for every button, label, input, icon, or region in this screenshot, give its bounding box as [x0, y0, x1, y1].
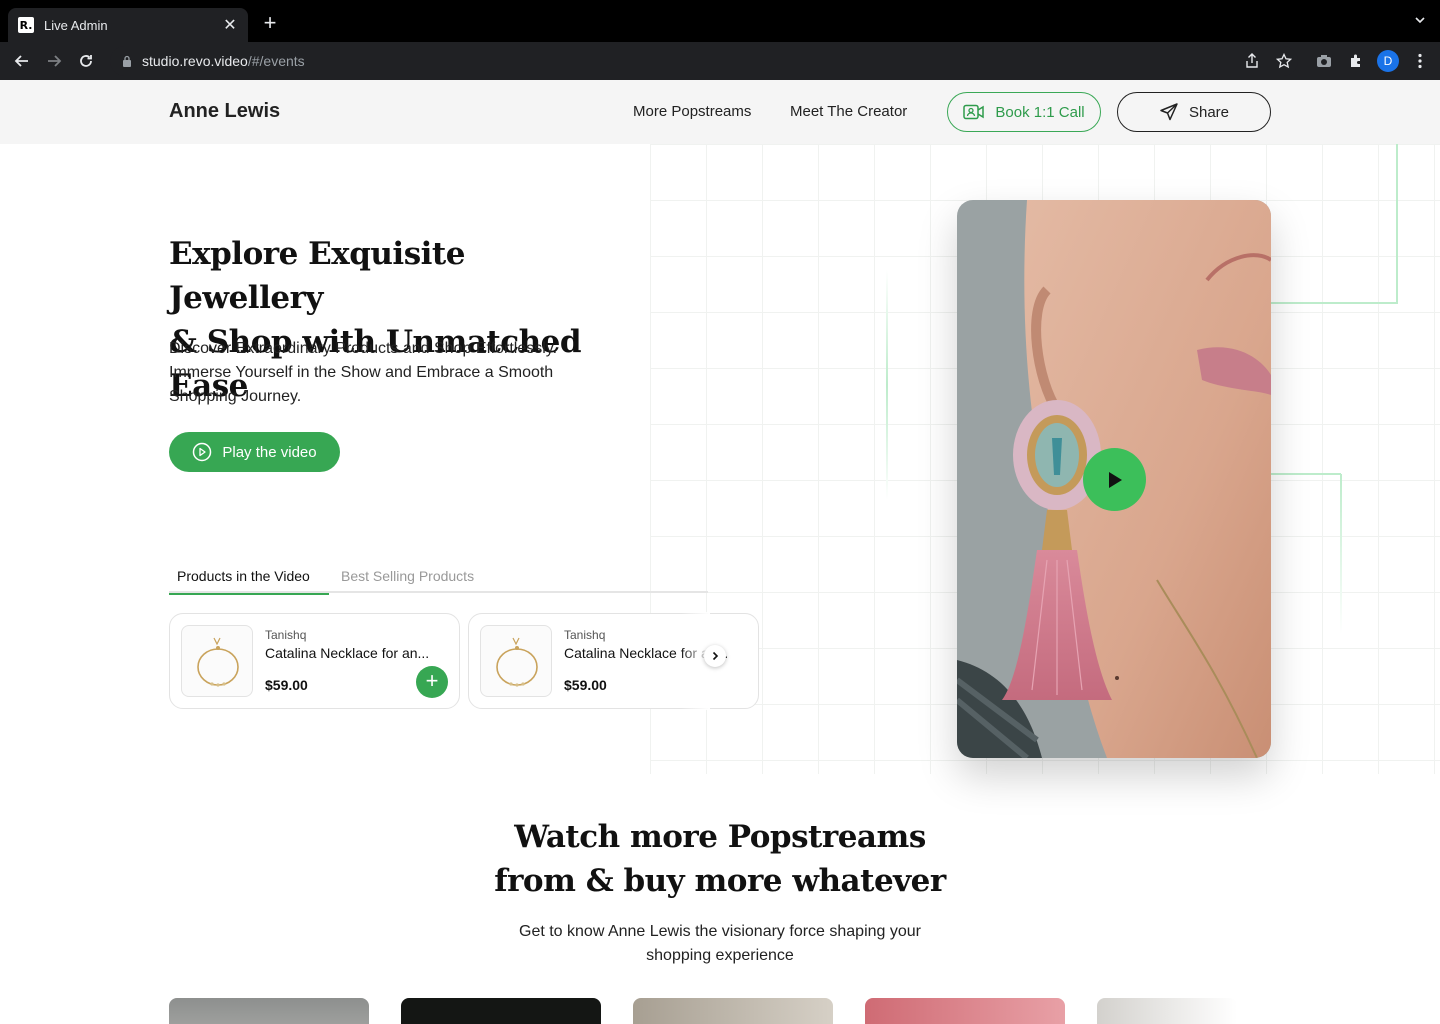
forward-arrow-icon[interactable]: [38, 45, 70, 77]
product-price: $59.00: [564, 677, 607, 693]
browser-toolbar: studio.revo.video/#/events D: [0, 42, 1440, 80]
browser-tab[interactable]: R. Live Admin ✕: [8, 8, 248, 42]
lock-icon: [123, 55, 131, 67]
book-call-label: Book 1:1 Call: [995, 103, 1085, 121]
video-camera-icon: [963, 104, 985, 120]
carousel-next-button[interactable]: [704, 645, 726, 667]
play-icon: [1108, 471, 1122, 488]
add-to-cart-plus-icon[interactable]: +: [416, 666, 448, 698]
book-call-button[interactable]: Book 1:1 Call: [947, 92, 1101, 132]
product-thumbnail: [480, 625, 552, 697]
product-tabs: Products in the Video Best Selling Produ…: [169, 563, 708, 595]
chevron-right-icon: [712, 651, 719, 661]
nav-more-popstreams[interactable]: More Popstreams: [633, 103, 751, 120]
camera-icon[interactable]: [1312, 45, 1336, 77]
product-name[interactable]: Catalina Necklace for an...: [265, 645, 447, 661]
creator-name[interactable]: Anne Lewis: [169, 100, 280, 123]
play-video-label: Play the video: [222, 443, 317, 461]
favicon-icon: R.: [18, 17, 34, 33]
hero-subtitle: Discover Extraordinary Products and Shop…: [169, 340, 558, 405]
profile-avatar[interactable]: D: [1376, 45, 1400, 77]
grid-accent-line: [1271, 302, 1398, 304]
popstream-tile[interactable]: [865, 998, 1065, 1024]
grid-accent-line: [1396, 144, 1398, 304]
close-tab-icon[interactable]: ✕: [222, 15, 238, 35]
reload-icon[interactable]: [70, 45, 102, 77]
url-path: /#/events: [247, 53, 305, 69]
site-header: Anne Lewis More Popstreams Meet The Crea…: [0, 80, 1440, 144]
play-circle-icon: [193, 442, 212, 462]
hero-title-line1: Explore Exquisite Jewellery: [169, 236, 465, 316]
address-bar[interactable]: studio.revo.video/#/events: [110, 46, 1298, 76]
product-card[interactable]: Tanishq Catalina Necklace for an... $59.…: [169, 613, 460, 709]
browser-tabbar: R. Live Admin ✕ +: [0, 0, 1440, 42]
tab-best-selling[interactable]: Best Selling Products: [341, 568, 474, 584]
section-subtitle: Get to know Anne Lewis the visionary for…: [519, 923, 921, 964]
back-arrow-icon[interactable]: [6, 45, 38, 77]
send-icon: [1160, 103, 1178, 121]
product-brand: Tanishq: [265, 628, 307, 642]
share-label: Share: [1188, 103, 1230, 121]
section-title-line2: from & buy more whatever: [494, 863, 946, 899]
section-title-line1: Watch more Popstreams: [514, 819, 926, 855]
tab-search-chevron-icon[interactable]: [1414, 14, 1426, 26]
section-title: Watch more Popstreams from & buy more wh…: [420, 815, 1020, 903]
popstream-tile[interactable]: [169, 998, 369, 1024]
kebab-menu-icon[interactable]: [1408, 45, 1432, 77]
share-button[interactable]: Share: [1117, 92, 1271, 132]
grid-accent-line: [886, 270, 888, 500]
popstream-tile[interactable]: [633, 998, 833, 1024]
extension-icon[interactable]: [1344, 45, 1368, 77]
grid-accent-line: [1271, 473, 1341, 475]
video-play-button[interactable]: [1083, 448, 1146, 511]
popstream-tile[interactable]: [1097, 998, 1237, 1024]
popstream-tile[interactable]: [401, 998, 601, 1024]
product-price: $59.00: [265, 677, 308, 693]
tab-title: Live Admin: [44, 17, 108, 33]
new-tab-button[interactable]: +: [258, 12, 282, 34]
nav-meet-the-creator[interactable]: Meet The Creator: [790, 103, 907, 120]
product-thumbnail: [181, 625, 253, 697]
play-video-button[interactable]: Play the video: [169, 432, 340, 472]
avatar: D: [1377, 50, 1399, 72]
share-icon[interactable]: [1240, 45, 1264, 77]
grid-accent-line: [1340, 474, 1342, 634]
url-host: studio.revo.video: [142, 53, 248, 69]
product-brand: Tanishq: [564, 628, 606, 642]
star-icon[interactable]: [1272, 45, 1296, 77]
tab-products-in-video[interactable]: Products in the Video: [169, 568, 329, 595]
